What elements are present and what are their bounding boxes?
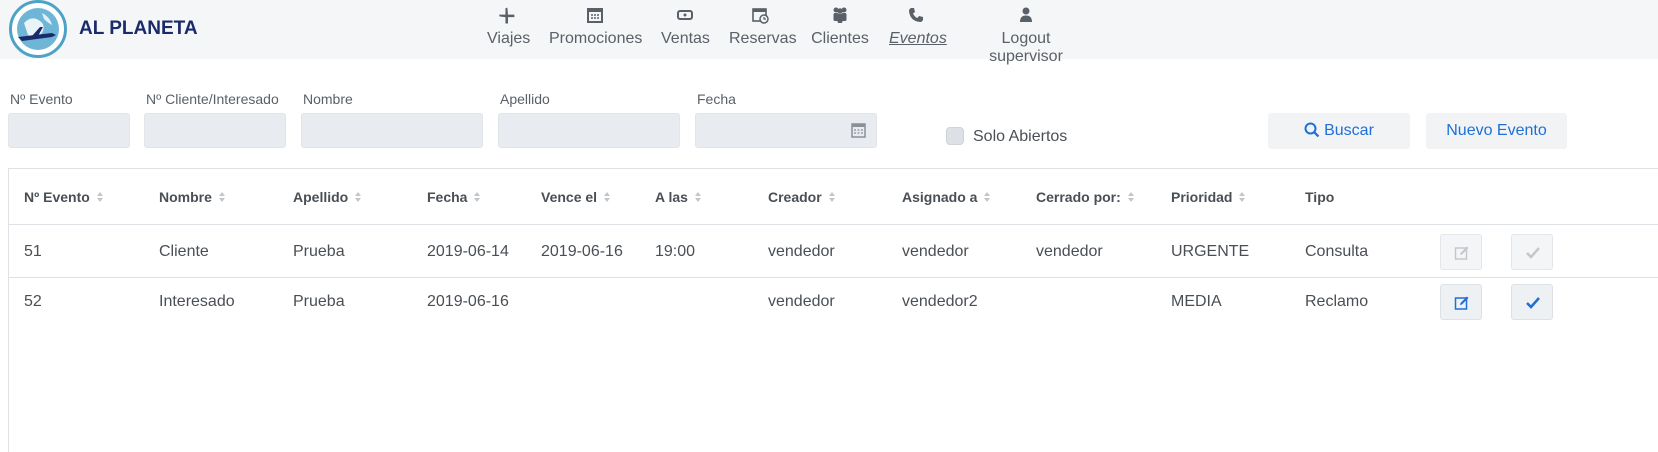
phone-icon bbox=[889, 6, 943, 28]
cell: 2019-06-16 bbox=[541, 243, 623, 260]
col-header[interactable]: Nombre bbox=[159, 189, 226, 206]
money-icon bbox=[661, 6, 709, 28]
users-icon bbox=[811, 6, 869, 28]
solo-abiertos-checkbox[interactable] bbox=[946, 127, 964, 145]
apellido-label: Apellido bbox=[500, 91, 550, 107]
edit-icon bbox=[1454, 246, 1469, 260]
cell: Interesado bbox=[159, 293, 235, 310]
nuevo-evento-button[interactable]: Nuevo Evento bbox=[1426, 113, 1567, 149]
check-icon bbox=[1526, 297, 1540, 309]
solo-abiertos-label: Solo Abiertos bbox=[973, 128, 1068, 145]
buscar-label: Buscar bbox=[1324, 122, 1374, 139]
cell: URGENTE bbox=[1171, 243, 1250, 260]
nav-promociones[interactable]: Promociones bbox=[549, 6, 643, 48]
cell: vendedor bbox=[902, 243, 969, 260]
cell: Prueba bbox=[293, 293, 345, 310]
cell: 19:00 bbox=[655, 243, 696, 260]
nav-eventos[interactable]: Eventos bbox=[889, 6, 947, 48]
search-icon bbox=[1304, 116, 1320, 152]
edit-button[interactable] bbox=[1440, 284, 1482, 320]
brand-name: AL PLANETA bbox=[79, 18, 198, 39]
cell: vendedor bbox=[768, 243, 835, 260]
apellido-input[interactable] bbox=[498, 113, 680, 148]
plane-icon bbox=[487, 6, 529, 28]
calendar-icon[interactable] bbox=[851, 123, 866, 143]
cell: Consulta bbox=[1305, 243, 1369, 260]
nav-label: Promociones bbox=[549, 30, 643, 47]
sort-icon bbox=[218, 190, 226, 206]
cell: vendedor2 bbox=[902, 293, 978, 310]
nav-viajes[interactable]: Viajes bbox=[487, 6, 531, 48]
col-header[interactable]: Asignado a bbox=[902, 189, 991, 206]
nav-label: Reservas bbox=[729, 30, 797, 47]
nav-ventas[interactable]: Ventas bbox=[661, 6, 710, 48]
col-header[interactable]: Prioridad bbox=[1171, 189, 1246, 206]
cell: vendedor bbox=[1036, 243, 1103, 260]
nombre-input[interactable] bbox=[301, 113, 483, 148]
nav-label: Ventas bbox=[661, 30, 710, 47]
col-header[interactable]: Vence el bbox=[541, 189, 611, 206]
cell: 52 bbox=[24, 293, 42, 310]
fecha-label: Fecha bbox=[697, 91, 736, 107]
col-header[interactable]: Cerrado por: bbox=[1036, 189, 1135, 206]
sort-icon bbox=[96, 190, 104, 206]
col-header: Tipo bbox=[1305, 189, 1335, 205]
close-event-button-disabled bbox=[1511, 234, 1553, 270]
sort-icon bbox=[1238, 190, 1246, 206]
cell: 2019-06-16 bbox=[427, 293, 509, 310]
buscar-button[interactable]: Buscar bbox=[1268, 113, 1410, 149]
nuevo-evento-label: Nuevo Evento bbox=[1446, 122, 1547, 139]
nav-label: Viajes bbox=[487, 30, 531, 47]
sort-icon bbox=[473, 190, 481, 206]
sort-icon bbox=[983, 190, 991, 206]
col-header[interactable]: Nº Evento bbox=[24, 189, 104, 206]
cell: 2019-06-14 bbox=[427, 243, 509, 260]
divider bbox=[9, 224, 1658, 225]
nav-label: Logout supervisor bbox=[989, 30, 1063, 65]
fecha-input[interactable] bbox=[695, 113, 877, 148]
nav-label: Eventos bbox=[889, 30, 947, 47]
sort-icon bbox=[354, 190, 362, 206]
nav-clientes[interactable]: Clientes bbox=[811, 6, 869, 48]
edit-icon bbox=[1454, 296, 1469, 310]
close-event-button[interactable] bbox=[1511, 284, 1553, 320]
sort-icon bbox=[694, 190, 702, 206]
cell: 51 bbox=[24, 243, 42, 260]
nav-reservas[interactable]: Reservas bbox=[729, 6, 797, 48]
col-header[interactable]: A las bbox=[655, 189, 702, 206]
user-icon bbox=[963, 6, 1089, 28]
col-header[interactable]: Creador bbox=[768, 189, 836, 206]
cell: vendedor bbox=[768, 293, 835, 310]
navbar: AL PLANETA Viajes Promociones Ventas Res… bbox=[0, 0, 1658, 65]
divider bbox=[9, 277, 1658, 278]
col-header[interactable]: Fecha bbox=[427, 189, 481, 206]
evento-input[interactable] bbox=[8, 113, 130, 148]
check-icon bbox=[1526, 247, 1540, 259]
cliente-label: Nº Cliente/Interesado bbox=[146, 91, 279, 107]
cliente-input[interactable] bbox=[144, 113, 286, 148]
nav-logout[interactable]: Logout supervisor bbox=[963, 6, 1089, 66]
cell: Cliente bbox=[159, 243, 209, 260]
nav-label: Clientes bbox=[811, 30, 869, 47]
sort-icon bbox=[828, 190, 836, 206]
evento-label: Nº Evento bbox=[10, 91, 73, 107]
col-header[interactable]: Apellido bbox=[293, 189, 362, 206]
cell: Reclamo bbox=[1305, 293, 1369, 310]
logo[interactable] bbox=[9, 0, 67, 58]
sort-icon bbox=[1127, 190, 1135, 206]
calendar-clock-icon bbox=[729, 6, 791, 28]
sort-icon bbox=[603, 190, 611, 206]
calendar-icon bbox=[549, 6, 641, 28]
cell: MEDIA bbox=[1171, 293, 1222, 310]
nombre-label: Nombre bbox=[303, 91, 353, 107]
cell: Prueba bbox=[293, 243, 345, 260]
edit-button-disabled bbox=[1440, 234, 1482, 270]
